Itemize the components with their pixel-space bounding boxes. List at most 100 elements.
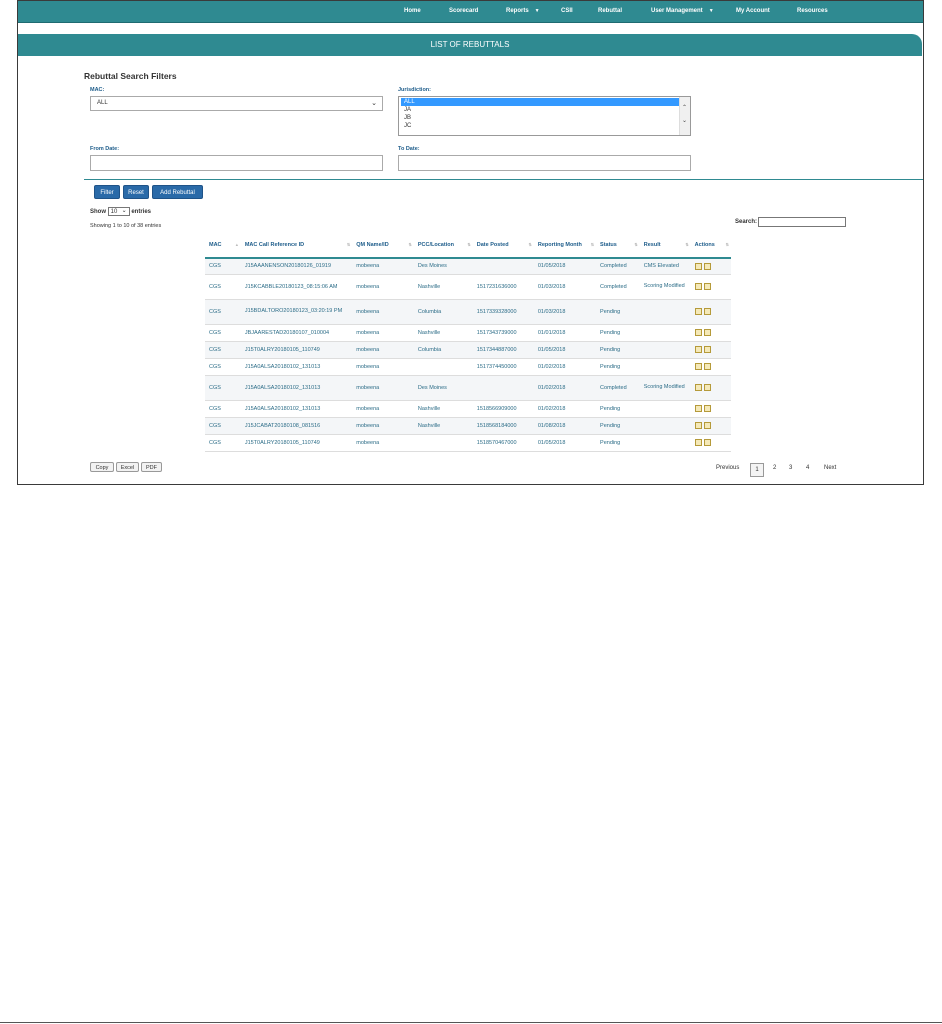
sort-icon: ⇅	[467, 242, 471, 247]
cell-status: Completed	[596, 274, 640, 300]
from-date-input[interactable]	[90, 155, 383, 171]
listbox-scrollbar[interactable]: ⌃ ⌄	[679, 97, 690, 135]
edit-icon[interactable]	[703, 363, 711, 370]
col-status[interactable]: Status ⇅	[596, 233, 640, 259]
page-1-button[interactable]: 1	[750, 463, 764, 477]
sort-icon: ⇅	[634, 242, 638, 247]
cell-actions	[690, 375, 731, 401]
cell-call-ref: J15T0ALRY20180105_110749	[240, 341, 353, 359]
cell-location: Columbia	[413, 299, 473, 325]
search-input[interactable]	[758, 217, 846, 227]
mac-select[interactable]: ALL ⌄	[90, 96, 383, 111]
table-row: CGS J15A0ALSA20180102_131013 mobeena Nas…	[205, 400, 731, 418]
add-rebuttal-button[interactable]: Add Rebuttal	[152, 185, 203, 199]
cell-qm-name: mobeena	[352, 417, 414, 435]
cell-call-ref: JBJAARESTAD20180107_010004	[240, 324, 353, 342]
page-4-button[interactable]: 4	[806, 465, 809, 471]
edit-icon[interactable]	[703, 422, 711, 429]
cell-actions	[690, 274, 731, 300]
nav-scorecard[interactable]: Scorecard	[449, 1, 478, 22]
edit-icon[interactable]	[703, 308, 711, 315]
cell-call-ref: J15JCABAT20180108_081516	[240, 417, 353, 435]
edit-icon[interactable]	[703, 439, 711, 446]
view-icon[interactable]	[694, 346, 702, 353]
table-header-row: MAC ▲ MAC Call Reference ID ⇅ QM Name/ID ⇅ …	[205, 233, 731, 259]
edit-icon[interactable]	[703, 384, 711, 391]
nav-rebuttal[interactable]: Rebuttal	[598, 1, 622, 22]
view-icon[interactable]	[694, 439, 702, 446]
edit-icon[interactable]	[703, 329, 711, 336]
view-icon[interactable]	[694, 405, 702, 412]
nav-resources[interactable]: Resources	[797, 1, 828, 22]
cell-actions	[690, 417, 731, 435]
cell-actions	[690, 358, 731, 376]
chevron-down-icon: ▼	[708, 8, 714, 14]
col-qm-name[interactable]: QM Name/ID ⇅	[352, 233, 414, 259]
excel-button[interactable]: Excel	[116, 462, 139, 472]
col-result[interactable]: Result ⇅	[639, 233, 691, 259]
view-icon[interactable]	[694, 384, 702, 391]
cell-actions	[690, 324, 731, 342]
jurisdiction-label: Jurisdiction:	[398, 87, 432, 93]
nav-my-account[interactable]: My Account	[736, 1, 770, 22]
jurisdiction-option-jc[interactable]: JC	[399, 122, 690, 130]
to-date-input[interactable]	[398, 155, 691, 171]
col-call-ref[interactable]: MAC Call Reference ID ⇅	[240, 233, 353, 259]
filter-button[interactable]: Filter	[94, 185, 120, 199]
col-reporting-month[interactable]: Reporting Month ⇅	[533, 233, 597, 259]
from-date-label: From Date:	[90, 146, 120, 152]
cell-call-ref: J15T0ALRY20180105_110749	[240, 434, 353, 452]
chevron-down-icon[interactable]: ⌄	[682, 117, 687, 124]
cell-reporting-month: 01/05/2018	[533, 434, 597, 452]
edit-icon[interactable]	[703, 346, 711, 353]
view-icon[interactable]	[694, 308, 702, 315]
nav-user-management[interactable]: User Management ▼	[651, 1, 714, 22]
sort-icon: ⇅	[725, 242, 729, 247]
edit-icon[interactable]	[703, 283, 711, 290]
cell-location: Nashville	[413, 324, 473, 342]
view-icon[interactable]	[694, 329, 702, 336]
to-date-label: To Date:	[398, 146, 420, 152]
nav-home[interactable]: Home	[404, 1, 421, 22]
chevron-up-icon[interactable]: ⌃	[682, 104, 687, 111]
cell-date-posted	[472, 375, 534, 401]
edit-icon[interactable]	[703, 262, 711, 270]
jurisdiction-listbox[interactable]: ALL JA JB JC ⌃ ⌄	[398, 96, 691, 136]
cell-mac: CGS	[205, 434, 241, 452]
chevron-down-icon: ⌄	[121, 208, 127, 214]
table-row: CGS J15AAANENSON20180126_01919 mobeena D…	[205, 258, 731, 275]
page-title: LIST OF REBUTTALS	[18, 34, 922, 56]
jurisdiction-option-all[interactable]: ALL	[401, 98, 679, 106]
view-icon[interactable]	[694, 422, 702, 429]
reset-button[interactable]: Reset	[123, 185, 149, 199]
cell-qm-name: mobeena	[352, 258, 414, 275]
cell-call-ref: J15A0ALSA20180102_131013	[240, 400, 353, 418]
view-icon[interactable]	[694, 363, 702, 370]
cell-mac: CGS	[205, 417, 241, 435]
nav-csii[interactable]: CSII	[561, 1, 573, 22]
page-2-button[interactable]: 2	[773, 465, 776, 471]
pdf-button[interactable]: PDF	[141, 462, 162, 472]
jurisdiction-option-jb[interactable]: JB	[399, 114, 690, 122]
cell-qm-name: mobeena	[352, 400, 414, 418]
cell-location: Des Moines	[413, 375, 473, 401]
edit-icon[interactable]	[703, 405, 711, 412]
col-mac[interactable]: MAC ▲	[205, 233, 241, 259]
cell-date-posted: 1517344887000	[472, 341, 534, 359]
length-menu: Show 10 ⌄ entries	[90, 207, 152, 216]
view-icon[interactable]	[694, 283, 702, 290]
col-pcc-location[interactable]: PCC/Location ⇅	[413, 233, 473, 259]
pagination-next[interactable]: Next	[824, 465, 836, 471]
cell-call-ref: J15KCABBLE20180123_08:15:06 AM	[240, 274, 353, 300]
view-icon[interactable]	[694, 262, 702, 270]
page-3-button[interactable]: 3	[789, 465, 792, 471]
col-date-posted[interactable]: Date Posted ⇅	[472, 233, 534, 259]
jurisdiction-option-ja[interactable]: JA	[399, 106, 690, 114]
nav-reports[interactable]: Reports ▼	[506, 1, 540, 22]
copy-button[interactable]: Copy	[90, 462, 114, 472]
pagination-previous[interactable]: Previous	[716, 465, 739, 471]
cell-reporting-month: 01/05/2018	[533, 258, 597, 275]
cell-result	[639, 400, 691, 418]
search-label: Search:	[735, 219, 758, 225]
entries-select[interactable]: 10 ⌄	[107, 207, 130, 216]
